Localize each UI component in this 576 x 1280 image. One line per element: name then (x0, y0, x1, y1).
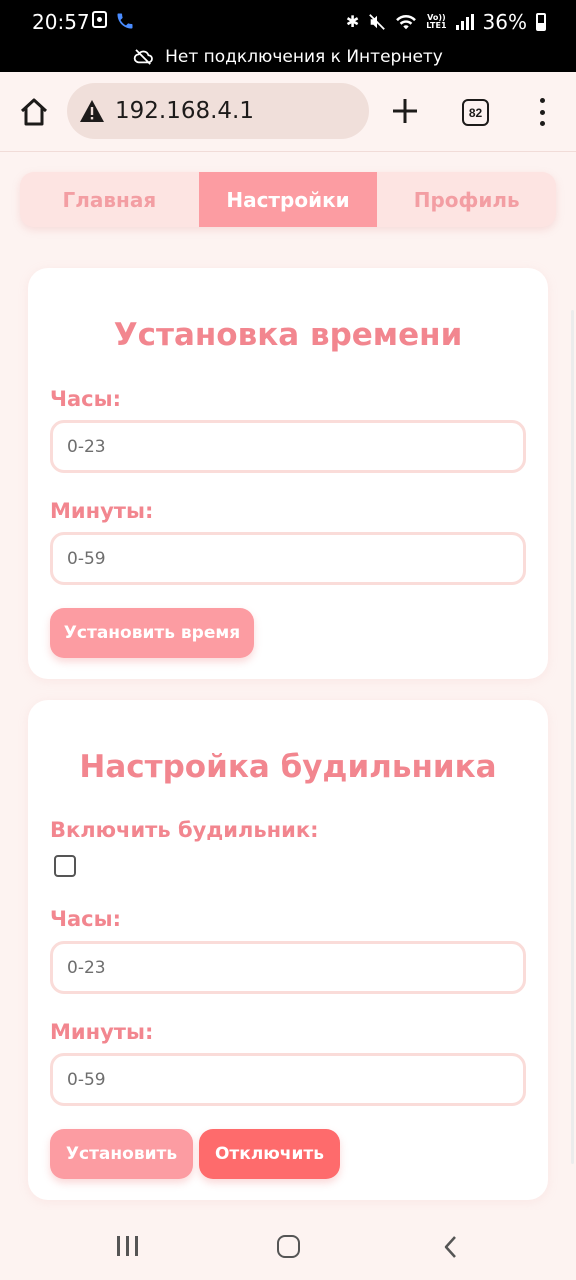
minutes-input[interactable] (50, 532, 526, 585)
minutes-label: Минуты: (50, 499, 154, 523)
time-settings-card: Установка времени Часы: Минуты: Установи… (28, 268, 548, 679)
back-icon[interactable] (440, 1234, 462, 1260)
alarm-minutes-input[interactable] (50, 1053, 526, 1106)
alarm-minutes-label: Минуты: (50, 1020, 154, 1044)
volte-icon: Vo)) LTE1 (426, 14, 446, 30)
alarm-hours-input[interactable] (50, 941, 526, 994)
scrollbar[interactable] (571, 310, 574, 1164)
time-card-title: Установка времени (113, 317, 463, 353)
address-bar[interactable]: 192.168.4.1 (67, 83, 369, 139)
enable-alarm-checkbox[interactable] (54, 855, 76, 877)
network-message: Нет подключения к Интернету (165, 47, 443, 67)
url-text[interactable]: 192.168.4.1 (115, 98, 254, 124)
mute-icon (369, 14, 386, 30)
network-banner: Нет подключения к Интернету (0, 47, 576, 67)
phone-icon (117, 13, 133, 29)
tab-count: 82 (468, 105, 483, 120)
signal-icon (455, 14, 474, 30)
warning-icon[interactable] (79, 99, 105, 123)
menu-icon[interactable] (536, 98, 548, 126)
battery-level: 36% (482, 10, 527, 34)
disable-alarm-button[interactable]: Отключить (199, 1129, 340, 1179)
tabs-icon[interactable]: 82 (462, 99, 489, 126)
browser-toolbar: 192.168.4.1 82 (0, 72, 576, 152)
set-time-button[interactable]: Установить время (50, 608, 254, 658)
tab-home[interactable]: Главная (20, 172, 199, 227)
cloud-off-icon (133, 49, 153, 65)
bluetooth-icon: ✱ (345, 12, 360, 31)
home-button-icon[interactable] (277, 1235, 300, 1258)
hours-label: Часы: (50, 387, 121, 411)
status-bar: 20:57 ✱ Vo)) LTE1 36% Нет подключения к … (0, 0, 576, 72)
lte-label: LTE1 (426, 21, 447, 30)
tab-bar: Главная Настройки Профиль (20, 172, 556, 227)
battery-icon (536, 13, 546, 31)
screenshot-icon (92, 11, 107, 28)
enable-alarm-label: Включить будильник: (50, 818, 319, 842)
system-nav-bar (0, 1210, 576, 1280)
wifi-icon (396, 14, 417, 30)
alarm-settings-card: Настройка будильника Включить будильник:… (28, 700, 548, 1200)
set-alarm-button[interactable]: Установить (50, 1129, 193, 1179)
hours-input[interactable] (50, 420, 526, 473)
tab-settings[interactable]: Настройки (198, 172, 378, 227)
tab-profile[interactable]: Профиль (377, 172, 556, 227)
recent-apps-icon[interactable] (117, 1236, 138, 1256)
alarm-card-title: Настройка будильника (79, 749, 497, 785)
home-icon[interactable] (18, 96, 50, 128)
alarm-hours-label: Часы: (50, 907, 121, 931)
status-time: 20:57 (32, 10, 90, 34)
plus-icon[interactable] (390, 96, 420, 126)
